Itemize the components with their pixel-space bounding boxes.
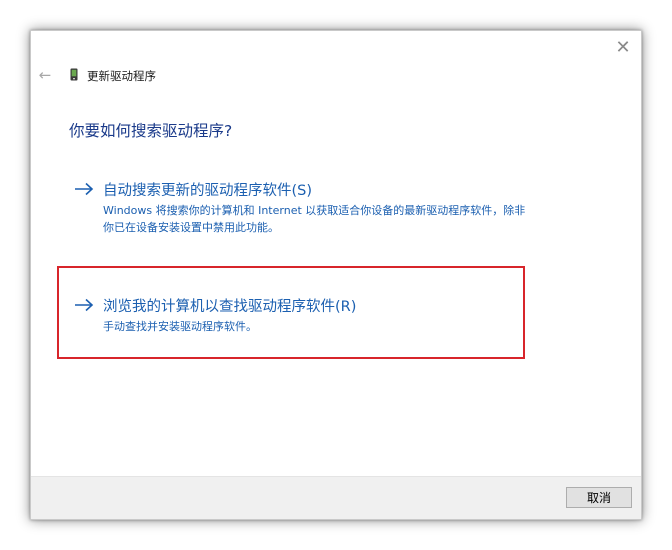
option-description: Windows 将搜索你的计算机和 Internet 以获取适合你设备的最新驱动… [103,204,526,234]
close-icon: ✕ [615,36,631,58]
page-title: 你要如何搜索驱动程序? [69,122,233,140]
device-icon [70,68,78,81]
right-arrow-icon [75,182,94,196]
window-title: 更新驱动程序 [87,69,156,83]
update-driver-dialog: ✕ ← 更新驱动程序 你要如何搜索驱动程序? 自动搜索更新的驱动程序软件(S) … [30,30,642,520]
option-description: 手动查找并安装驱动程序软件。 [103,320,257,333]
close-button[interactable]: ✕ [613,36,633,58]
dialog-footer: 取消 [31,476,641,519]
option-title: 自动搜索更新的驱动程序软件(S) [103,183,313,199]
back-button[interactable]: ← [37,66,53,84]
right-arrow-icon [75,298,94,312]
cancel-button[interactable]: 取消 [566,487,632,508]
back-arrow-icon: ← [38,66,52,84]
option-title: 浏览我的计算机以查找驱动程序软件(R) [103,299,357,315]
